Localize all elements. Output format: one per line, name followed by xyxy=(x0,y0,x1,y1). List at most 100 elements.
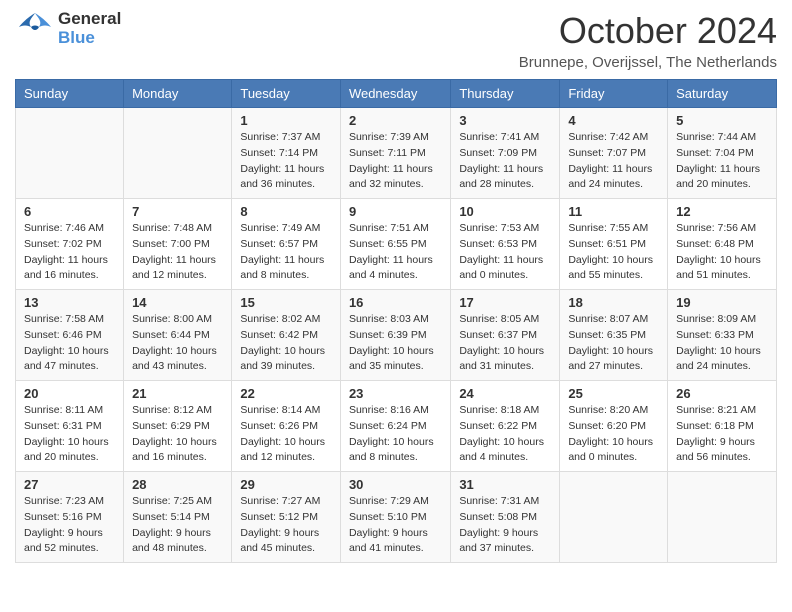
day-number: 9 xyxy=(349,204,442,219)
calendar-cell: 31 Sunrise: 7:31 AMSunset: 5:08 PMDayligh… xyxy=(451,472,560,563)
weekday-header-thursday: Thursday xyxy=(451,80,560,108)
calendar-cell xyxy=(124,108,232,199)
calendar-cell: 17 Sunrise: 8:05 AMSunset: 6:37 PMDayligh… xyxy=(451,290,560,381)
calendar-cell: 6 Sunrise: 7:46 AMSunset: 7:02 PMDaylight… xyxy=(16,199,124,290)
day-number: 13 xyxy=(24,295,115,310)
location: Brunnepe, Overijssel, The Netherlands xyxy=(519,54,777,71)
day-info: Sunrise: 8:09 AMSunset: 6:33 PMDaylight:… xyxy=(676,313,761,372)
day-number: 30 xyxy=(349,477,442,492)
weekday-header-saturday: Saturday xyxy=(668,80,777,108)
day-info: Sunrise: 8:18 AMSunset: 6:22 PMDaylight:… xyxy=(459,404,544,463)
calendar-cell: 3 Sunrise: 7:41 AMSunset: 7:09 PMDaylight… xyxy=(451,108,560,199)
weekday-header-friday: Friday xyxy=(560,80,668,108)
day-info: Sunrise: 7:49 AMSunset: 6:57 PMDaylight:… xyxy=(240,222,324,281)
calendar-cell xyxy=(668,472,777,563)
day-number: 7 xyxy=(132,204,223,219)
day-number: 8 xyxy=(240,204,332,219)
day-number: 24 xyxy=(459,386,551,401)
day-info: Sunrise: 8:07 AMSunset: 6:35 PMDaylight:… xyxy=(568,313,653,372)
day-info: Sunrise: 7:42 AMSunset: 7:07 PMDaylight:… xyxy=(568,131,652,190)
calendar-cell: 23 Sunrise: 8:16 AMSunset: 6:24 PMDayligh… xyxy=(340,381,450,472)
day-info: Sunrise: 8:12 AMSunset: 6:29 PMDaylight:… xyxy=(132,404,217,463)
day-number: 16 xyxy=(349,295,442,310)
day-number: 5 xyxy=(676,113,768,128)
day-number: 11 xyxy=(568,204,659,219)
day-info: Sunrise: 7:23 AMSunset: 5:16 PMDaylight:… xyxy=(24,495,104,554)
day-info: Sunrise: 7:37 AMSunset: 7:14 PMDaylight:… xyxy=(240,131,324,190)
calendar-cell: 13 Sunrise: 7:58 AMSunset: 6:46 PMDayligh… xyxy=(16,290,124,381)
day-info: Sunrise: 8:20 AMSunset: 6:20 PMDaylight:… xyxy=(568,404,653,463)
day-number: 23 xyxy=(349,386,442,401)
day-info: Sunrise: 8:11 AMSunset: 6:31 PMDaylight:… xyxy=(24,404,109,463)
day-info: Sunrise: 7:53 AMSunset: 6:53 PMDaylight:… xyxy=(459,222,543,281)
calendar-cell: 24 Sunrise: 8:18 AMSunset: 6:22 PMDayligh… xyxy=(451,381,560,472)
day-number: 26 xyxy=(676,386,768,401)
day-info: Sunrise: 8:00 AMSunset: 6:44 PMDaylight:… xyxy=(132,313,217,372)
day-info: Sunrise: 7:44 AMSunset: 7:04 PMDaylight:… xyxy=(676,131,760,190)
calendar-cell: 28Sunrise: 7:25 AMSunset: 5:14 PMDayligh… xyxy=(124,472,232,563)
logo-general: General xyxy=(58,10,121,29)
calendar-cell: 14 Sunrise: 8:00 AMSunset: 6:44 PMDayligh… xyxy=(124,290,232,381)
day-info: Sunrise: 7:29 AMSunset: 5:10 PMDaylight:… xyxy=(349,495,429,554)
calendar-cell: 30 Sunrise: 7:29 AMSunset: 5:10 PMDayligh… xyxy=(340,472,450,563)
calendar-cell: 21 Sunrise: 8:12 AMSunset: 6:29 PMDayligh… xyxy=(124,381,232,472)
calendar-cell: 11 Sunrise: 7:55 AMSunset: 6:51 PMDayligh… xyxy=(560,199,668,290)
calendar-cell: 16Sunrise: 8:03 AMSunset: 6:39 PMDayligh… xyxy=(340,290,450,381)
day-number: 31 xyxy=(459,477,551,492)
weekday-header-tuesday: Tuesday xyxy=(232,80,341,108)
calendar-cell: 19 Sunrise: 8:09 AMSunset: 6:33 PMDayligh… xyxy=(668,290,777,381)
day-number: 28 xyxy=(132,477,223,492)
weekday-header-sunday: Sunday xyxy=(16,80,124,108)
day-number: 21 xyxy=(132,386,223,401)
day-number: 4 xyxy=(568,113,659,128)
day-number: 18 xyxy=(568,295,659,310)
day-info: Sunrise: 7:48 AMSunset: 7:00 PMDaylight:… xyxy=(132,222,216,281)
day-info: Sunrise: 7:46 AMSunset: 7:02 PMDaylight:… xyxy=(24,222,108,281)
day-number: 22 xyxy=(240,386,332,401)
day-number: 2 xyxy=(349,113,442,128)
calendar-cell: 27 Sunrise: 7:23 AMSunset: 5:16 PMDayligh… xyxy=(16,472,124,563)
day-number: 20 xyxy=(24,386,115,401)
general-blue-logo-icon xyxy=(15,11,55,47)
calendar-cell: 20 Sunrise: 8:11 AMSunset: 6:31 PMDayligh… xyxy=(16,381,124,472)
day-info: Sunrise: 8:14 AMSunset: 6:26 PMDaylight:… xyxy=(240,404,325,463)
calendar-cell: 15 Sunrise: 8:02 AMSunset: 6:42 PMDayligh… xyxy=(232,290,341,381)
month-title: October 2024 xyxy=(519,10,777,52)
day-number: 25 xyxy=(568,386,659,401)
weekday-header-monday: Monday xyxy=(124,80,232,108)
calendar-cell: 9 Sunrise: 7:51 AMSunset: 6:55 PMDaylight… xyxy=(340,199,450,290)
day-number: 17 xyxy=(459,295,551,310)
calendar-cell: 25 Sunrise: 8:20 AMSunset: 6:20 PMDayligh… xyxy=(560,381,668,472)
day-info: Sunrise: 8:05 AMSunset: 6:37 PMDaylight:… xyxy=(459,313,544,372)
day-number: 19 xyxy=(676,295,768,310)
day-info: Sunrise: 7:27 AMSunset: 5:12 PMDaylight:… xyxy=(240,495,320,554)
calendar-cell: 22 Sunrise: 8:14 AMSunset: 6:26 PMDayligh… xyxy=(232,381,341,472)
day-number: 15 xyxy=(240,295,332,310)
day-number: 10 xyxy=(459,204,551,219)
day-info: Sunrise: 7:31 AMSunset: 5:08 PMDaylight:… xyxy=(459,495,539,554)
day-number: 12 xyxy=(676,204,768,219)
day-number: 3 xyxy=(459,113,551,128)
day-info: Sunrise: 7:41 AMSunset: 7:09 PMDaylight:… xyxy=(459,131,543,190)
calendar-cell xyxy=(560,472,668,563)
day-number: 1 xyxy=(240,113,332,128)
day-info: Sunrise: 8:16 AMSunset: 6:24 PMDaylight:… xyxy=(349,404,434,463)
day-number: 27 xyxy=(24,477,115,492)
day-info: Sunrise: 8:21 AMSunset: 6:18 PMDaylight:… xyxy=(676,404,756,463)
day-info: Sunrise: 7:51 AMSunset: 6:55 PMDaylight:… xyxy=(349,222,433,281)
day-info: Sunrise: 7:55 AMSunset: 6:51 PMDaylight:… xyxy=(568,222,653,281)
logo-blue: Blue xyxy=(58,29,121,48)
day-info: Sunrise: 7:58 AMSunset: 6:46 PMDaylight:… xyxy=(24,313,109,372)
weekday-header-wednesday: Wednesday xyxy=(340,80,450,108)
day-info: Sunrise: 8:02 AMSunset: 6:42 PMDaylight:… xyxy=(240,313,325,372)
calendar-cell xyxy=(16,108,124,199)
day-info: Sunrise: 7:56 AMSunset: 6:48 PMDaylight:… xyxy=(676,222,761,281)
calendar-cell: 18 Sunrise: 8:07 AMSunset: 6:35 PMDayligh… xyxy=(560,290,668,381)
day-info: Sunrise: 7:39 AMSunset: 7:11 PMDaylight:… xyxy=(349,131,433,190)
calendar-cell: 4 Sunrise: 7:42 AMSunset: 7:07 PMDaylight… xyxy=(560,108,668,199)
calendar-cell: 29Sunrise: 7:27 AMSunset: 5:12 PMDayligh… xyxy=(232,472,341,563)
calendar-cell: 1 Sunrise: 7:37 AMSunset: 7:14 PMDaylight… xyxy=(232,108,341,199)
day-number: 6 xyxy=(24,204,115,219)
calendar-cell: 12 Sunrise: 7:56 AMSunset: 6:48 PMDayligh… xyxy=(668,199,777,290)
day-number: 14 xyxy=(132,295,223,310)
